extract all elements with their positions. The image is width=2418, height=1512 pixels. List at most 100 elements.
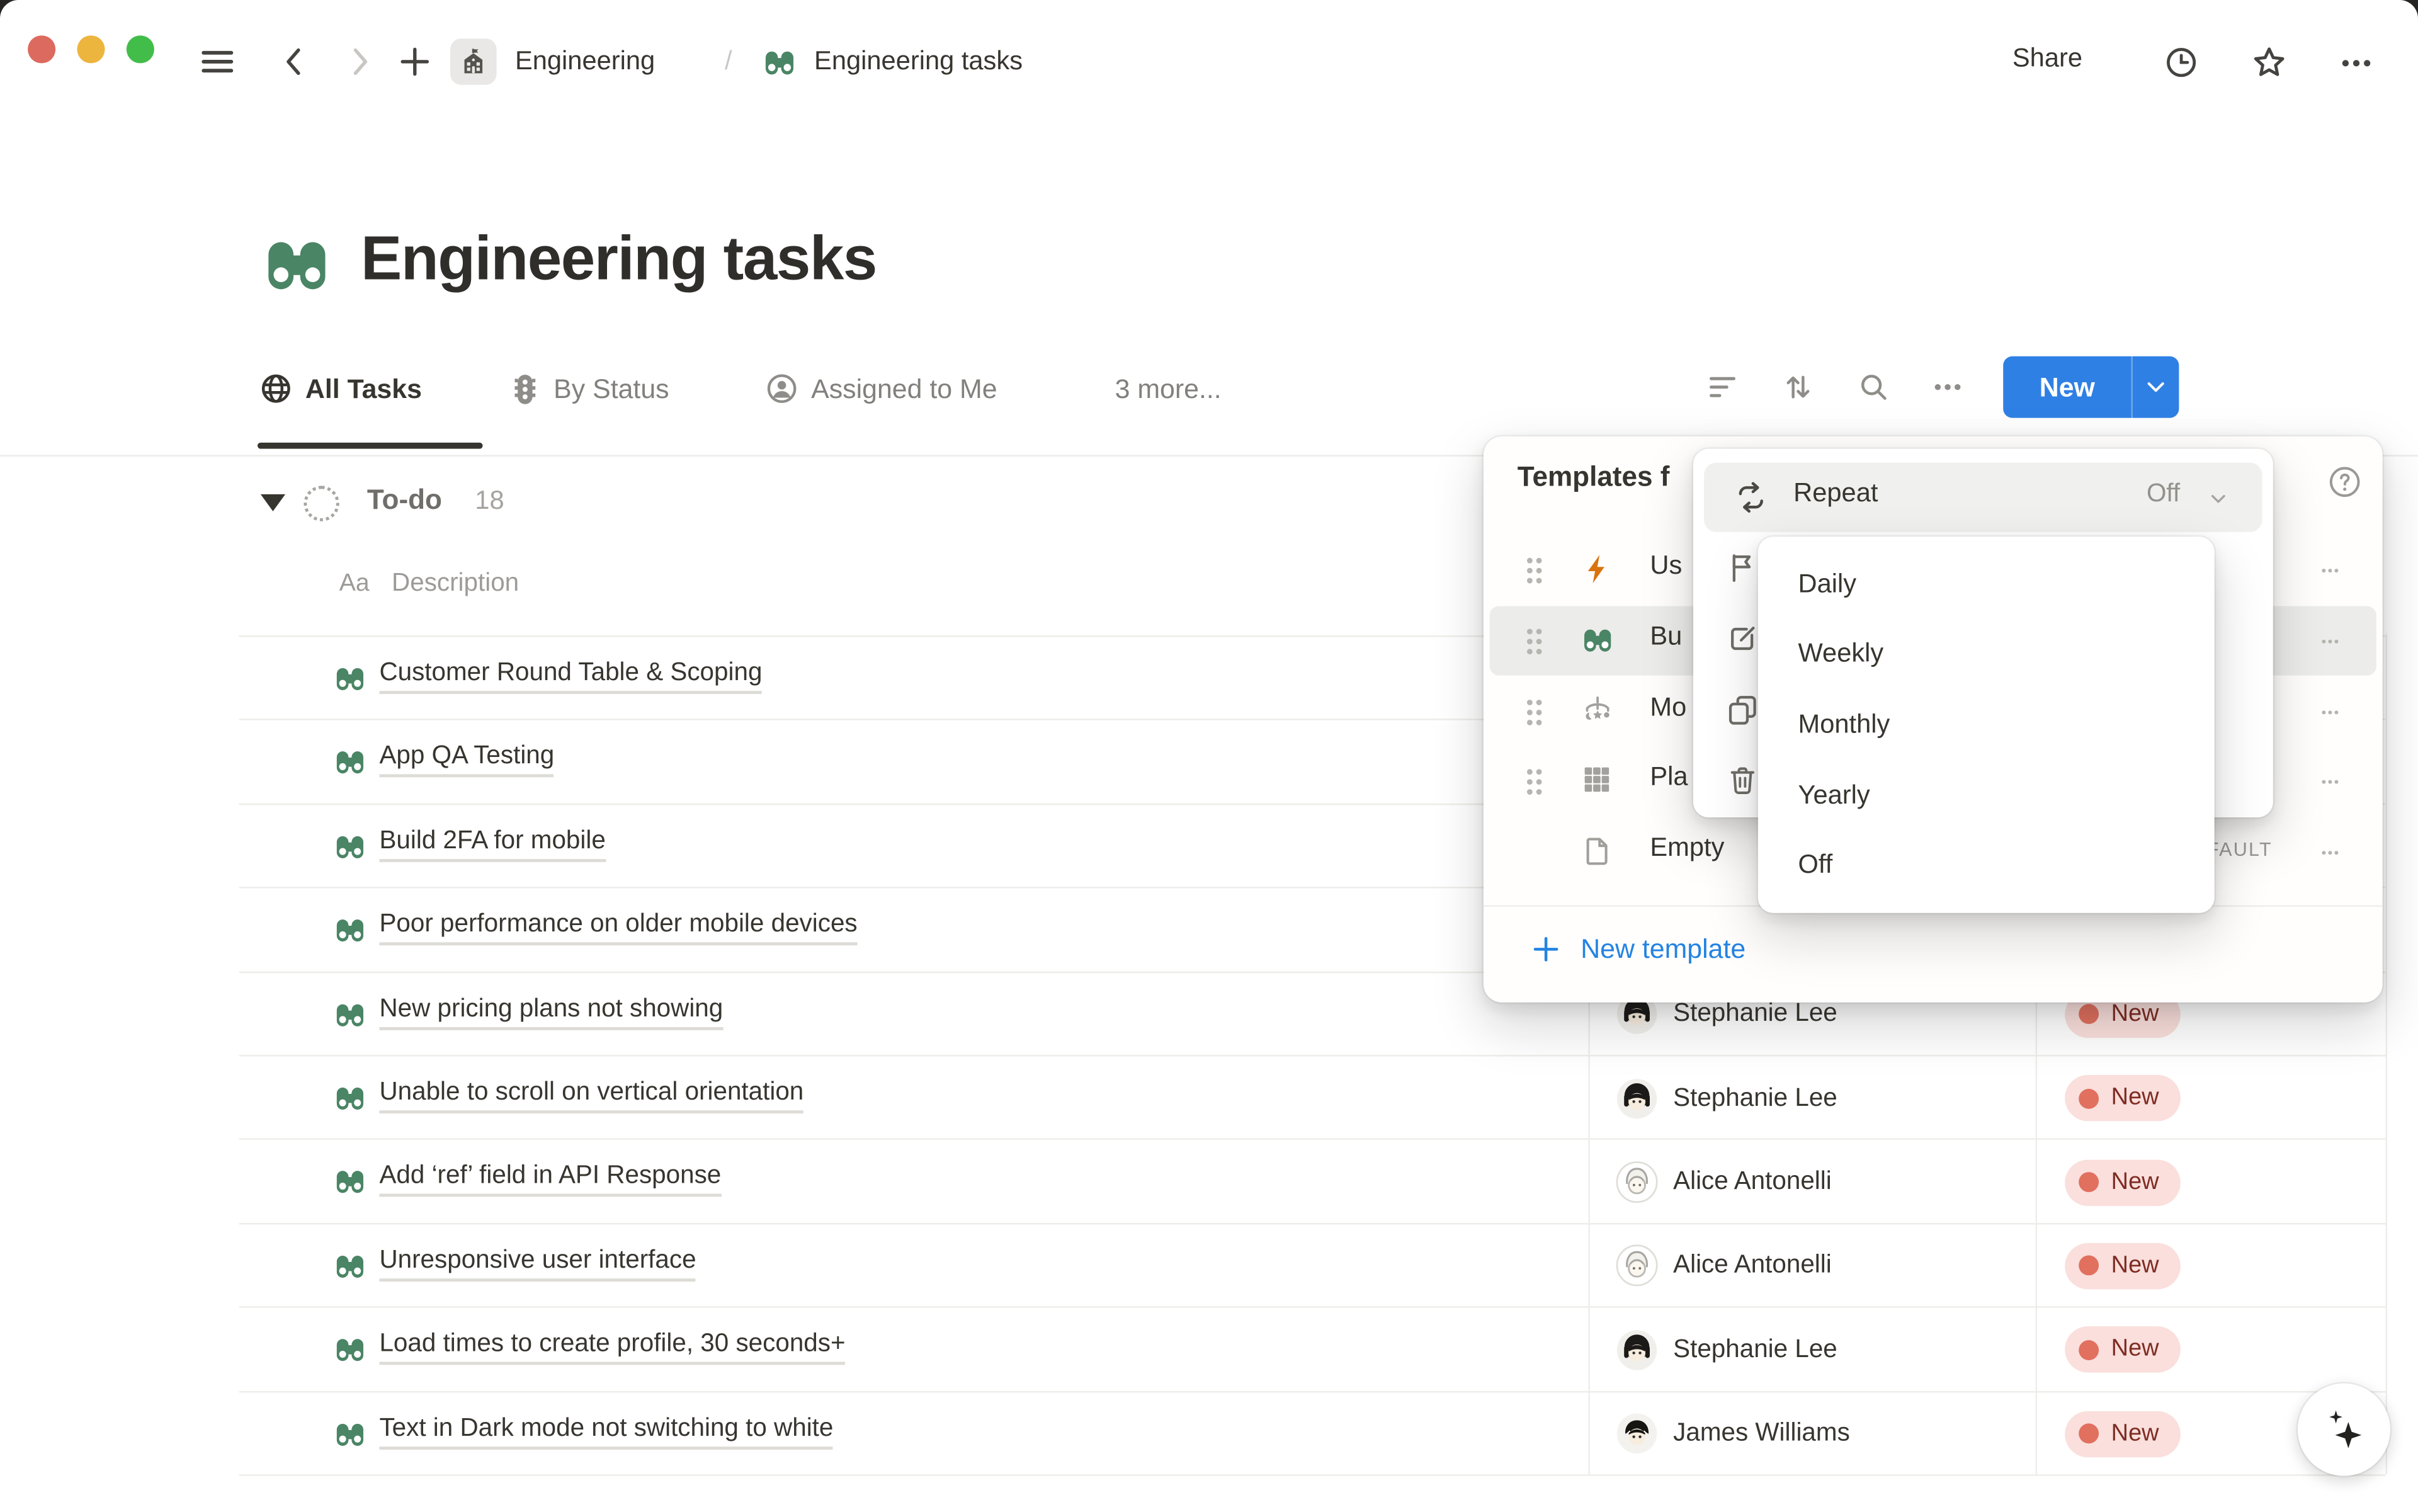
repeat-option-monthly[interactable]: Monthly (1758, 690, 2215, 760)
task-title-link[interactable]: Load times to create profile, 30 seconds… (379, 1329, 845, 1365)
filter-icon[interactable] (1706, 370, 1740, 404)
globe-icon (259, 372, 293, 406)
template-more-icon[interactable] (2313, 770, 2347, 792)
column-divider-end (2386, 634, 2387, 1475)
new-template-button[interactable]: New template (1530, 933, 1745, 965)
view-options-icon[interactable] (1929, 370, 1967, 404)
status-cell[interactable]: New (2036, 1308, 2386, 1392)
forward-icon[interactable] (341, 43, 378, 81)
assignee-name: James Williams (1673, 1419, 1850, 1449)
new-button-label: New (2003, 371, 2131, 403)
status-label: New (2111, 1084, 2159, 1112)
table-row[interactable]: Unresponsive user interface (239, 1223, 2386, 1309)
repeat-option-weekly[interactable]: Weekly (1758, 619, 2215, 690)
status-cell[interactable]: New (2036, 1057, 2386, 1140)
status-cell[interactable]: New (2036, 1224, 2386, 1308)
assignee-name: Stephanie Lee (1673, 1336, 1837, 1365)
status-dot (2079, 1088, 2099, 1108)
flag-icon[interactable] (1725, 550, 1759, 584)
table-row[interactable]: Add ‘ref’ field in API Response (239, 1139, 2386, 1224)
ai-assistant-button[interactable] (2298, 1384, 2390, 1476)
assignee-cell[interactable]: Alice Antonelli (1588, 1224, 2035, 1308)
grid-icon (1581, 763, 1613, 795)
tab-more-views[interactable]: 3 more... (1115, 370, 1222, 407)
assignee-cell[interactable]: Stephanie Lee (1588, 1308, 2035, 1392)
task-title-link[interactable]: New pricing plans not showing (379, 994, 723, 1030)
assignee-cell[interactable]: Alice Antonelli (1588, 1140, 2035, 1224)
task-title-link[interactable]: Unable to scroll on vertical orientation (379, 1078, 803, 1113)
template-more-icon[interactable] (2313, 701, 2347, 722)
back-icon[interactable] (276, 43, 313, 81)
status-label: New (2111, 1001, 2159, 1028)
assignee-cell[interactable]: Stephanie Lee (1588, 1057, 2035, 1140)
drag-handle-icon[interactable] (1524, 625, 1545, 656)
breadcrumb-page[interactable]: Engineering tasks (814, 43, 1023, 81)
status-label: New (2111, 1253, 2159, 1280)
sidebar-menu-icon[interactable] (199, 43, 236, 81)
plus-icon (1530, 933, 1562, 965)
assignee-name: Alice Antonelli (1673, 1251, 1832, 1281)
tab-all-tasks[interactable]: All Tasks (259, 370, 421, 407)
status-dot (2079, 1256, 2099, 1276)
more-options-icon[interactable] (2338, 45, 2375, 82)
task-binoculars-icon (333, 1249, 367, 1283)
drag-handle-icon[interactable] (1524, 554, 1545, 585)
duplicate-icon[interactable] (1725, 693, 1759, 727)
task-title-link[interactable]: Build 2FA for mobile (379, 826, 605, 861)
repeat-label: Repeat (1793, 478, 1878, 509)
repeat-icon (1734, 480, 1769, 515)
title-column-header[interactable]: Description (392, 569, 519, 599)
trash-icon[interactable] (1725, 763, 1759, 797)
status-badge: New (2065, 1075, 2181, 1121)
drag-handle-icon[interactable] (1524, 696, 1545, 727)
repeat-option-off[interactable]: Off (1758, 830, 2215, 901)
building-icon (458, 46, 489, 77)
help-icon[interactable] (2327, 464, 2363, 499)
sort-icon[interactable] (1781, 370, 1815, 404)
edit-icon[interactable] (1725, 622, 1759, 656)
search-icon[interactable] (1857, 370, 1891, 404)
template-more-icon[interactable] (2313, 841, 2347, 863)
repeat-option-yearly[interactable]: Yearly (1758, 760, 2215, 831)
active-tab-underline (258, 443, 483, 448)
status-cell[interactable]: New (2036, 1140, 2386, 1224)
chevron-down-icon (2142, 373, 2170, 401)
templates-popup-title: Templates f (1518, 461, 1670, 493)
new-button[interactable]: New (2003, 356, 2179, 418)
task-title-link[interactable]: Poor performance on older mobile devices (379, 910, 857, 945)
share-button[interactable]: Share (2012, 43, 2082, 74)
assignee-cell[interactable]: James Williams (1588, 1392, 2035, 1475)
breadcrumb-workspace[interactable]: Engineering (515, 43, 655, 81)
status-badge: New (2065, 1327, 2181, 1373)
task-title-link[interactable]: Add ‘ref’ field in API Response (379, 1162, 721, 1197)
drag-handle-icon[interactable] (1524, 766, 1545, 797)
repeat-menu-item[interactable]: Repeat Off (1704, 463, 2262, 532)
traffic-light-zoom[interactable] (127, 35, 154, 63)
task-title-link[interactable]: Unresponsive user interface (379, 1246, 696, 1281)
new-page-icon[interactable] (396, 43, 433, 81)
workspace-icon[interactable] (450, 38, 496, 84)
table-row[interactable]: Text in Dark mode not switching to white (239, 1390, 2386, 1476)
group-name[interactable]: To-do (367, 484, 442, 516)
task-title-link[interactable]: Customer Round Table & Scoping (379, 659, 762, 694)
template-more-icon[interactable] (2313, 630, 2347, 651)
traffic-light-close[interactable] (28, 35, 55, 63)
repeat-option-daily[interactable]: Daily (1758, 549, 2215, 620)
template-more-icon[interactable] (2313, 559, 2347, 581)
assignee-name: Stephanie Lee (1673, 1084, 1837, 1113)
traffic-light-minimize[interactable] (77, 35, 105, 63)
new-button-dropdown[interactable] (2133, 373, 2179, 401)
tab-assigned-to-me[interactable]: Assigned to Me (765, 370, 997, 407)
favorite-star-icon[interactable] (2250, 43, 2288, 82)
history-clock-icon[interactable] (2164, 45, 2199, 80)
person-circle-icon (765, 372, 799, 406)
status-dot (2079, 1340, 2099, 1360)
table-row[interactable]: Load times to create profile, 30 seconds… (239, 1307, 2386, 1392)
table-row[interactable]: Unable to scroll on vertical orientation (239, 1055, 2386, 1140)
group-collapse-icon[interactable] (259, 492, 287, 513)
status-badge: New (2065, 1243, 2181, 1289)
status-label: New (2111, 1168, 2159, 1196)
task-title-link[interactable]: Text in Dark mode not switching to white (379, 1414, 833, 1449)
task-title-link[interactable]: App QA Testing (379, 742, 554, 778)
tab-by-status[interactable]: By Status (509, 370, 669, 407)
